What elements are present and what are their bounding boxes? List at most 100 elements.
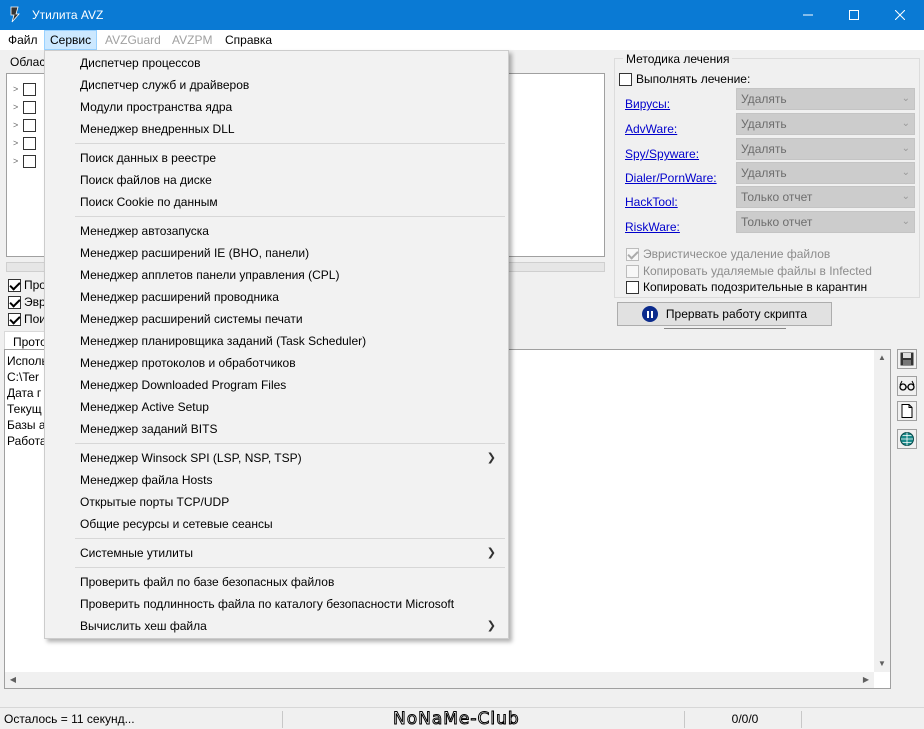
tab-protocol[interactable]: Прото bbox=[4, 331, 48, 351]
menu-item-task-scheduler[interactable]: Менеджер планировщика заданий (Task Sche… bbox=[47, 330, 506, 352]
menu-item-label: Менеджер внедренных DLL bbox=[80, 122, 235, 136]
copy-suspicious-label: Копировать подозрительные в карантин bbox=[643, 280, 868, 294]
dialer-select[interactable]: Удалять ⌄ bbox=[736, 162, 915, 184]
menu-item-process-manager[interactable]: Диспетчер процессов bbox=[47, 52, 506, 74]
menu-help[interactable]: Справка bbox=[220, 30, 277, 50]
clear-log-button[interactable] bbox=[897, 401, 917, 421]
save-log-button[interactable] bbox=[897, 349, 917, 369]
menu-item-downloaded-program-files[interactable]: Менеджер Downloaded Program Files bbox=[47, 374, 506, 396]
expand-icon[interactable]: > bbox=[13, 120, 23, 130]
hacktool-select[interactable]: Только отчет ⌄ bbox=[736, 186, 915, 208]
checkbox[interactable] bbox=[8, 278, 21, 292]
minimize-button[interactable] bbox=[785, 0, 831, 30]
menu-item-winsock-spi[interactable]: Менеджер Winsock SPI (LSP, NSP, TSP) ❯ bbox=[47, 447, 506, 469]
expand-icon[interactable]: > bbox=[13, 138, 23, 148]
menu-item-system-utilities[interactable]: Системные утилиты ❯ bbox=[47, 542, 506, 564]
advware-select[interactable]: Удалять ⌄ bbox=[736, 113, 915, 135]
tree-row[interactable]: > bbox=[13, 100, 36, 114]
perform-treatment-check[interactable]: Выполнять лечение: bbox=[619, 72, 750, 86]
scroll-up-icon[interactable]: ▲ bbox=[874, 350, 890, 366]
spyware-select[interactable]: Удалять ⌄ bbox=[736, 138, 915, 160]
option-check-3[interactable]: Пои bbox=[8, 312, 46, 326]
option-check-2[interactable]: Эвр bbox=[8, 295, 46, 309]
scroll-right-icon[interactable]: ▶ bbox=[858, 672, 874, 688]
tree-checkbox[interactable] bbox=[23, 136, 36, 150]
menu-item-label: Менеджер Downloaded Program Files bbox=[80, 378, 287, 392]
menu-item-ie-extensions[interactable]: Менеджер расширений IE (BHO, панели) bbox=[47, 242, 506, 264]
menu-item-service-manager[interactable]: Диспетчер служб и драйверов bbox=[47, 74, 506, 96]
checkbox[interactable] bbox=[619, 72, 632, 86]
menu-item-shared-resources[interactable]: Общие ресурсы и сетевые сеансы bbox=[47, 513, 506, 535]
tree-checkbox[interactable] bbox=[23, 100, 36, 114]
close-button[interactable] bbox=[877, 0, 923, 30]
menu-item-hosts-manager[interactable]: Менеджер файла Hosts bbox=[47, 469, 506, 491]
copy-suspicious-check[interactable]: Копировать подозрительные в карантин bbox=[626, 280, 867, 294]
menu-avzpm[interactable]: AVZPM bbox=[167, 30, 217, 50]
menu-item-cpl-manager[interactable]: Менеджер апплетов панели управления (CPL… bbox=[47, 264, 506, 286]
menu-item-open-ports[interactable]: Открытые порты TCP/UDP bbox=[47, 491, 506, 513]
copy-deleted-check[interactable]: Копировать удаляемые файлы в Infected bbox=[626, 264, 872, 278]
menu-separator bbox=[75, 443, 505, 444]
tree-row[interactable]: > bbox=[13, 118, 36, 132]
menu-item-print-extensions[interactable]: Менеджер расширений системы печати bbox=[47, 308, 506, 330]
menu-item-protocols-handlers[interactable]: Менеджер протоколов и обработчиков bbox=[47, 352, 506, 374]
checkbox[interactable] bbox=[8, 312, 21, 326]
tree-row[interactable]: > bbox=[13, 82, 36, 96]
menu-avzguard[interactable]: AVZGuard bbox=[100, 30, 166, 50]
menu-item-explorer-extensions[interactable]: Менеджер расширений проводника bbox=[47, 286, 506, 308]
menu-item-dll-manager[interactable]: Менеджер внедренных DLL bbox=[47, 118, 506, 140]
scroll-left-icon[interactable]: ◀ bbox=[5, 672, 21, 688]
link-riskware[interactable]: RiskWare: bbox=[625, 220, 680, 234]
menu-item-check-safe-files[interactable]: Проверить файл по базе безопасных файлов bbox=[47, 571, 506, 593]
option-label: Эвр bbox=[24, 295, 46, 309]
menu-item-cookie-search[interactable]: Поиск Cookie по данным bbox=[47, 191, 506, 213]
log-line: Базы а bbox=[7, 418, 46, 432]
link-advware[interactable]: AdvWare: bbox=[625, 122, 677, 136]
tree-checkbox[interactable] bbox=[23, 82, 36, 96]
checkbox[interactable] bbox=[626, 264, 639, 278]
link-viruses[interactable]: Вирусы: bbox=[625, 97, 670, 111]
perform-treatment-label: Выполнять лечение: bbox=[636, 72, 751, 86]
menu-item-file-search[interactable]: Поиск файлов на диске bbox=[47, 169, 506, 191]
menu-item-active-setup[interactable]: Менеджер Active Setup bbox=[47, 396, 506, 418]
scroll-down-icon[interactable]: ▼ bbox=[874, 656, 890, 672]
link-dialer[interactable]: Dialer/PornWare: bbox=[625, 171, 717, 185]
tree-row[interactable]: > bbox=[13, 154, 36, 168]
view-log-button[interactable] bbox=[897, 376, 917, 396]
log-horizontal-scrollbar[interactable]: ◀ ▶ bbox=[5, 672, 874, 688]
menu-item-registry-search[interactable]: Поиск данных в реестре bbox=[47, 147, 506, 169]
menu-item-label: Менеджер планировщика заданий (Task Sche… bbox=[80, 334, 367, 348]
menu-item-check-ms-catalog[interactable]: Проверить подлинность файла по каталогу … bbox=[47, 593, 506, 615]
network-log-button[interactable] bbox=[897, 429, 917, 449]
heuristic-delete-check[interactable]: Эвристическое удаление файлов bbox=[626, 247, 830, 261]
menu-service[interactable]: Сервис bbox=[44, 30, 98, 50]
viruses-select[interactable]: Удалять ⌄ bbox=[736, 88, 915, 110]
option-check-1[interactable]: Про bbox=[8, 278, 46, 292]
glasses-icon bbox=[899, 380, 915, 391]
chevron-down-icon: ⌄ bbox=[901, 191, 910, 202]
link-spyware[interactable]: Spy/Spyware: bbox=[625, 147, 699, 161]
riskware-select[interactable]: Только отчет ⌄ bbox=[736, 211, 915, 233]
abort-script-button[interactable]: Прервать работу скрипта bbox=[617, 302, 832, 326]
tree-row[interactable]: > bbox=[13, 136, 36, 150]
checkbox[interactable] bbox=[626, 247, 639, 261]
expand-icon[interactable]: > bbox=[13, 84, 23, 94]
menu-item-kernel-modules[interactable]: Модули пространства ядра bbox=[47, 96, 506, 118]
status-counter: 0/0/0 bbox=[684, 711, 802, 728]
link-hacktool[interactable]: HackTool: bbox=[625, 195, 678, 209]
log-vertical-scrollbar[interactable]: ▲ ▼ bbox=[874, 350, 890, 672]
checkbox[interactable] bbox=[8, 295, 21, 309]
menu-item-label: Менеджер апплетов панели управления (CPL… bbox=[80, 268, 340, 282]
maximize-button[interactable] bbox=[831, 0, 877, 30]
menu-item-bits-jobs[interactable]: Менеджер заданий BITS bbox=[47, 418, 506, 440]
menu-file[interactable]: Файл bbox=[3, 30, 43, 50]
expand-icon[interactable]: > bbox=[13, 102, 23, 112]
checkbox[interactable] bbox=[626, 280, 639, 294]
select-value: Удалять bbox=[741, 142, 787, 156]
menu-item-label: Поиск данных в реестре bbox=[80, 151, 217, 165]
expand-icon[interactable]: > bbox=[13, 156, 23, 166]
tree-checkbox[interactable] bbox=[23, 118, 36, 132]
menu-item-file-hash[interactable]: Вычислить хеш файла ❯ bbox=[47, 615, 506, 637]
tree-checkbox[interactable] bbox=[23, 154, 36, 168]
menu-item-autorun-manager[interactable]: Менеджер автозапуска bbox=[47, 220, 506, 242]
